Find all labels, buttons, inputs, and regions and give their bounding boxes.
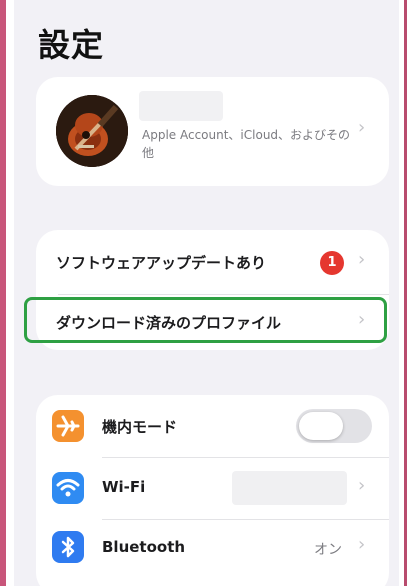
software-update-row[interactable]: ソフトウェアアップデートあり 1 ›: [36, 230, 389, 294]
chevron-right-icon: ›: [358, 117, 366, 138]
avatar: [56, 95, 128, 167]
page-title: 設定: [38, 26, 105, 64]
airplane-mode-toggle[interactable]: [296, 409, 372, 443]
account-name-redacted: [139, 91, 223, 121]
airplane-icon: [52, 410, 84, 442]
bluetooth-status: オン: [314, 542, 342, 558]
wifi-row[interactable]: Wi-Fi ›: [36, 457, 389, 517]
chevron-right-icon: ›: [358, 249, 366, 270]
toggle-knob: [299, 412, 343, 440]
account-subtitle: Apple Account、iCloud、およびその他: [142, 128, 351, 160]
wifi-label: Wi-Fi: [102, 478, 146, 496]
wifi-icon: [52, 472, 84, 504]
wifi-network-redacted: [232, 471, 347, 505]
chevron-right-icon: ›: [358, 475, 366, 496]
airplane-mode-label: 機内モード: [102, 418, 178, 436]
left-frame-border: [0, 0, 6, 586]
bluetooth-label: Bluetooth: [102, 538, 186, 556]
software-update-label: ソフトウェアアップデートあり: [56, 254, 267, 272]
update-badge: 1: [320, 251, 344, 275]
bluetooth-icon: [52, 531, 84, 563]
airplane-mode-row: 機内モード: [36, 395, 389, 455]
bluetooth-row[interactable]: Bluetooth オン ›: [36, 519, 389, 579]
apple-account-row[interactable]: Apple Account、iCloud、およびその他 ›: [36, 77, 389, 186]
settings-screen: 設定 Apple Account、iCloud、およびその他 › ソフトウェアア…: [14, 0, 399, 586]
profile-highlight-box: [24, 297, 387, 343]
connectivity-card: 機内モード Wi-Fi › Bluetooth オン ›: [36, 395, 389, 586]
chevron-right-icon: ›: [358, 534, 366, 555]
